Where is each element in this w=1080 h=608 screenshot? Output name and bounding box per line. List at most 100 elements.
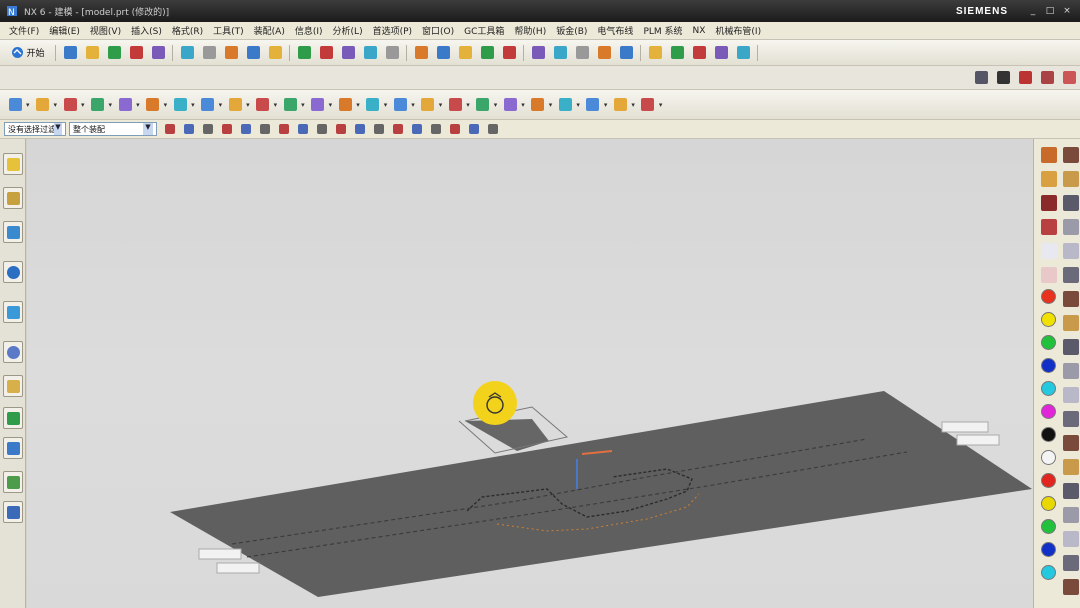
view-triad-icon[interactable] (972, 69, 990, 87)
line-icon[interactable] (371, 122, 386, 137)
convert-icon[interactable] (584, 96, 602, 114)
menu-item[interactable]: 钣金(B) (551, 24, 592, 37)
web-browser-tab[interactable] (3, 301, 23, 323)
part-navigator-tab[interactable] (3, 221, 23, 243)
render-style-icon[interactable] (1063, 435, 1079, 451)
arc-icon[interactable] (390, 122, 405, 137)
point-on-curve-icon[interactable] (314, 122, 329, 137)
new-icon[interactable] (61, 44, 79, 62)
assembly-navigator-tab[interactable] (3, 153, 23, 175)
render-style-icon[interactable] (1063, 171, 1079, 187)
history-icon[interactable] (734, 44, 752, 62)
revolve-icon[interactable] (339, 44, 357, 62)
render-style-icon[interactable] (1063, 291, 1079, 307)
rip-icon[interactable] (611, 96, 629, 114)
chevron-down-icon[interactable]: ▾ (356, 101, 360, 109)
chevron-down-icon[interactable]: ▾ (274, 101, 278, 109)
render-style-icon[interactable] (1063, 459, 1079, 475)
circle-icon[interactable] (409, 122, 424, 137)
display-tool-icon[interactable] (1041, 147, 1057, 163)
color-swatch[interactable] (1041, 381, 1056, 396)
sheet-icon[interactable] (6, 96, 24, 114)
sketch-icon[interactable] (295, 44, 313, 62)
flange-icon[interactable] (61, 96, 79, 114)
measure-distance-icon[interactable] (1038, 69, 1056, 87)
color-swatch[interactable] (1041, 496, 1056, 511)
color-swatch[interactable] (1041, 289, 1056, 304)
roles-icon[interactable] (712, 44, 730, 62)
menu-item[interactable]: 编辑(E) (44, 24, 85, 37)
redo-icon[interactable] (222, 44, 240, 62)
chevron-down-icon[interactable]: ▾ (81, 101, 85, 109)
display-tool-icon[interactable] (1041, 243, 1057, 259)
color-swatch[interactable] (1041, 427, 1056, 442)
measure-icon[interactable] (617, 44, 635, 62)
chevron-down-icon[interactable]: ▾ (521, 101, 525, 109)
zoom-icon[interactable] (412, 44, 430, 62)
reuse-library-tab[interactable] (3, 261, 23, 283)
menu-item[interactable]: 帮助(H) (509, 24, 551, 37)
chevron-down-icon[interactable]: ▾ (136, 101, 140, 109)
chevron-down-icon[interactable]: ▾ (494, 101, 498, 109)
color-swatch[interactable] (1041, 519, 1056, 534)
chevron-down-icon[interactable]: ▾ (191, 101, 195, 109)
chevron-down-icon[interactable]: ▾ (466, 101, 470, 109)
chevron-down-icon[interactable]: ▾ (54, 101, 58, 109)
close-button[interactable]: × (1060, 5, 1074, 17)
section-icon[interactable] (573, 44, 591, 62)
start-button[interactable]: 开始 (6, 44, 50, 62)
display-tool-icon[interactable] (1041, 267, 1057, 283)
lofted-flange-icon[interactable] (116, 96, 134, 114)
graphics-viewport[interactable] (27, 139, 1033, 608)
menu-item[interactable]: 机械布管(I) (710, 24, 766, 37)
chevron-down-icon[interactable]: ▾ (301, 101, 305, 109)
chevron-down-icon[interactable]: ▾ (384, 101, 388, 109)
color-swatch[interactable] (1041, 312, 1056, 327)
menu-item[interactable]: 文件(F) (4, 24, 44, 37)
display-icon[interactable] (266, 44, 284, 62)
chevron-down-icon[interactable]: ▾ (659, 101, 663, 109)
chevron-down-icon[interactable]: ▾ (219, 101, 223, 109)
bead-icon[interactable] (281, 96, 299, 114)
menu-item[interactable]: 电气布线 (592, 24, 638, 37)
render-style-icon[interactable] (1063, 411, 1079, 427)
save-icon[interactable] (105, 44, 123, 62)
window-icon[interactable] (244, 44, 262, 62)
flat-pattern-icon[interactable] (556, 96, 574, 114)
existing-point-icon[interactable] (295, 122, 310, 137)
chevron-down-icon[interactable]: ▾ (246, 101, 250, 109)
color-swatch[interactable] (1041, 404, 1056, 419)
intersection-icon[interactable] (238, 122, 253, 137)
assembly-icon[interactable] (668, 44, 686, 62)
render-icon[interactable] (551, 44, 569, 62)
camera-icon[interactable] (994, 69, 1012, 87)
analysis-icon[interactable] (646, 44, 664, 62)
render-style-icon[interactable] (1063, 243, 1079, 259)
normal-cutout-icon[interactable] (501, 96, 519, 114)
render-style-icon[interactable] (1063, 219, 1079, 235)
orient-icon[interactable] (361, 44, 379, 62)
joggle-icon[interactable] (254, 96, 272, 114)
maximize-button[interactable]: □ (1043, 5, 1057, 17)
quadrant-icon[interactable] (276, 122, 291, 137)
arc-center-icon[interactable] (257, 122, 272, 137)
color-swatch[interactable] (1041, 358, 1056, 373)
plus-icon[interactable] (428, 122, 443, 137)
manufacturing-wizards-tab[interactable] (3, 437, 23, 459)
render-style-icon[interactable] (1063, 195, 1079, 211)
display-tool-icon[interactable] (1041, 219, 1057, 235)
render-style-icon[interactable] (1063, 147, 1079, 163)
selection-scope-dropdown[interactable]: 整个装配 ▼ (69, 122, 157, 136)
menu-item[interactable]: 信息(I) (290, 24, 328, 37)
display-tool-icon[interactable] (1041, 171, 1057, 187)
menu-item[interactable]: NX (688, 26, 711, 36)
undo-icon[interactable] (200, 44, 218, 62)
roles-tab[interactable] (3, 471, 23, 493)
dimple-icon[interactable] (336, 96, 354, 114)
reuse-icon[interactable] (690, 44, 708, 62)
bounded-grid-icon[interactable] (352, 122, 367, 137)
fit-icon[interactable] (383, 44, 401, 62)
control-point-icon[interactable] (219, 122, 234, 137)
drawn-cutout-icon[interactable] (364, 96, 382, 114)
menu-item[interactable]: 分析(L) (328, 24, 368, 37)
